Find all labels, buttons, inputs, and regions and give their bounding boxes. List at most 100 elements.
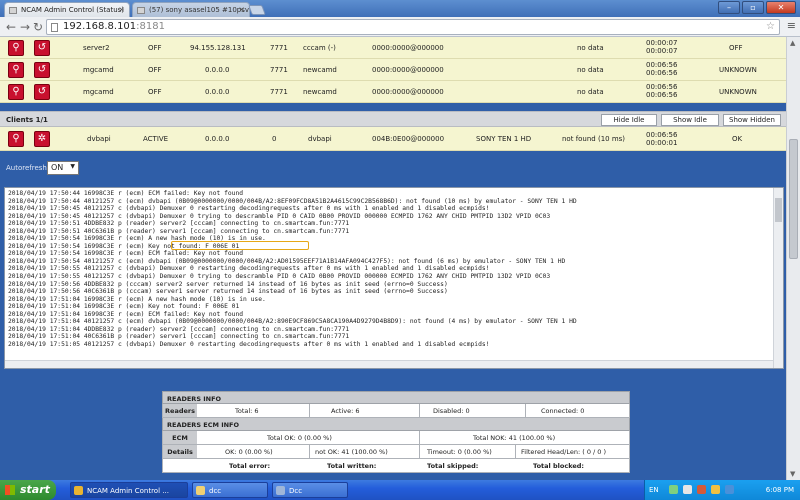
taskbar-item-dcc[interactable]: dcc (192, 482, 268, 498)
readers-total: Total: 6 (235, 407, 259, 415)
hide-idle-button[interactable]: Hide Idle (601, 114, 657, 126)
server-status: OFF (148, 66, 162, 74)
minimize-button[interactable]: – (718, 1, 740, 14)
close-icon[interactable]: × (238, 5, 245, 14)
chrome-icon (74, 486, 83, 495)
tab-sony[interactable]: (57) sony asasel105 #10psv × (132, 2, 250, 17)
tray-icon-volume[interactable] (683, 485, 692, 494)
log-line: 2018/04/19 17:51:04 40121257 c (ecm) dvb… (8, 318, 577, 326)
client-name: dvbapi (87, 135, 111, 143)
bookmark-star-icon[interactable]: ☆ (766, 21, 775, 32)
restart-icon[interactable]: ↺ (34, 84, 50, 100)
ecm-total-ok: Total OK: 0 (0.00 %) (267, 434, 332, 442)
back-arrow-icon[interactable]: ← (6, 20, 16, 34)
close-icon[interactable]: × (118, 5, 125, 14)
browser-toolbar: ← → ↻ 192.168.8.101:8181 ☆ ≡ (0, 17, 800, 37)
log-line: 2018/04/19 17:50:55 40121257 c (dvbapi) … (8, 273, 551, 281)
time-2: 00:00:07 (646, 47, 678, 55)
server-protocol: newcamd (303, 88, 337, 96)
table-row: ⚲ ↺ mgcamd OFF 0.0.0.0 7771 newcamd 0000… (0, 81, 786, 103)
restart-icon[interactable]: ↺ (34, 62, 50, 78)
address-bar[interactable]: 192.168.8.101:8181 ☆ (46, 19, 780, 35)
log-scroll-thumb[interactable] (775, 198, 782, 222)
new-tab-button[interactable] (248, 5, 266, 15)
reload-icon[interactable]: ↻ (33, 20, 43, 34)
server-caid: 0000:0000@000000 (372, 88, 444, 96)
puzzle-icon[interactable]: ✲ (34, 131, 50, 147)
log-line: 2018/04/19 17:50:44 40121257 c (ecm) dvb… (8, 197, 577, 205)
log-line: 2018/04/19 17:50:51 40C6361B p (reader) … (8, 227, 350, 235)
time-1: 00:06:56 (646, 61, 678, 69)
log-highlight (171, 241, 309, 250)
server-port: 7771 (270, 88, 288, 96)
server-status: OFF (148, 88, 162, 96)
tray-icon-info[interactable] (725, 485, 734, 494)
server-times: 00:00:07 00:00:07 (646, 39, 677, 55)
server-ip: 94.155.128.131 (190, 44, 246, 52)
tab-ncam-admin[interactable]: NCAM Admin Control (Status) × (4, 2, 130, 17)
divider (419, 404, 420, 417)
maximize-button[interactable]: ▫ (742, 1, 764, 14)
task-label: NCAM Admin Control ... (87, 487, 169, 495)
page-scrollbar[interactable]: ▲ ▼ (786, 37, 800, 480)
log-scrollbar[interactable] (773, 188, 783, 368)
ecm-label: ECM (163, 431, 197, 444)
close-button[interactable]: ✕ (766, 1, 796, 14)
start-button[interactable]: start (0, 480, 56, 500)
search-icon[interactable]: ⚲ (8, 84, 24, 100)
server-ip: 0.0.0.0 (205, 88, 230, 96)
log-hscrollbar[interactable] (5, 360, 773, 368)
server-protocol: newcamd (303, 66, 337, 74)
window-controls: – ▫ ✕ (718, 1, 796, 14)
chevron-down-icon: ▼ (70, 163, 75, 170)
task-label: dcc (209, 487, 222, 495)
server-info: no data (577, 44, 604, 52)
url-host: 192.168.8.101 (63, 21, 137, 32)
server-name: mgcamd (83, 66, 114, 74)
log-line: 2018/04/19 17:51:04 16998C3E r (ecm) ECM… (8, 310, 244, 318)
readers-info: READERS INFO Readers Total: 6 Active: 6 … (162, 391, 630, 473)
restart-icon[interactable]: ↺ (34, 40, 50, 56)
total-written: Total written: (327, 462, 377, 470)
log-lines: 2018/04/19 17:50:44 16998C3E r (ecm) ECM… (5, 188, 783, 348)
wrench-icon[interactable]: ≡ (787, 19, 796, 32)
time-2: 00:06:56 (646, 91, 678, 99)
windows-taskbar: start NCAM Admin Control ... dcc Dcc EN … (0, 480, 800, 500)
client-channel: SONY TEN 1 HD (476, 135, 532, 143)
taskbar-item-dcc2[interactable]: Dcc (272, 482, 348, 498)
total-blocked: Total blocked: (533, 462, 585, 470)
log-line: 2018/04/19 17:50:45 40121257 c (dvbapi) … (8, 212, 551, 220)
start-label: start (20, 483, 50, 496)
details-ok: OK: 0 (0.00 %) (225, 448, 273, 456)
system-tray: EN 6:08 PM (644, 480, 800, 500)
details-timeout: Timeout: 0 (0.00 %) (427, 448, 492, 456)
search-icon[interactable]: ⚲ (8, 131, 24, 147)
divider (309, 445, 310, 458)
language-indicator[interactable]: EN (649, 486, 659, 494)
tray-icon-network[interactable] (669, 485, 678, 494)
scroll-up-icon[interactable]: ▲ (790, 39, 795, 47)
search-icon[interactable]: ⚲ (8, 40, 24, 56)
search-icon[interactable]: ⚲ (8, 62, 24, 78)
log-line: 2018/04/19 17:50:51 4DDBE832 p (reader) … (8, 220, 350, 228)
taskbar-item-browser[interactable]: NCAM Admin Control ... (70, 482, 188, 498)
autorefresh-select[interactable]: ON ▼ (47, 161, 79, 175)
readers-label: Readers (163, 404, 197, 417)
tray-icon-security[interactable] (697, 485, 706, 494)
show-hidden-button[interactable]: Show Hidden (723, 114, 781, 126)
tray-icon-app[interactable] (711, 485, 720, 494)
scroll-down-icon[interactable]: ▼ (790, 470, 795, 478)
autorefresh-section: Autorefresh: ON ▼ (0, 151, 786, 187)
client-caid: 004B:0E00@000000 (372, 135, 445, 143)
readers-disabled: Disabled: 0 (433, 407, 470, 415)
forward-arrow-icon[interactable]: → (20, 20, 30, 34)
show-idle-button[interactable]: Show Idle (661, 114, 719, 126)
autorefresh-label: Autorefresh: (6, 164, 50, 172)
log-line: 2018/04/19 17:50:44 16998C3E r (ecm) ECM… (8, 190, 244, 197)
server-state: UNKNOWN (719, 88, 757, 96)
readers-info-title: READERS INFO (162, 391, 630, 404)
server-ip: 0.0.0.0 (205, 66, 230, 74)
page-icon (137, 7, 145, 14)
log-textarea[interactable]: 2018/04/19 17:50:44 16998C3E r (ecm) ECM… (4, 187, 784, 369)
page-scroll-thumb[interactable] (789, 139, 798, 259)
